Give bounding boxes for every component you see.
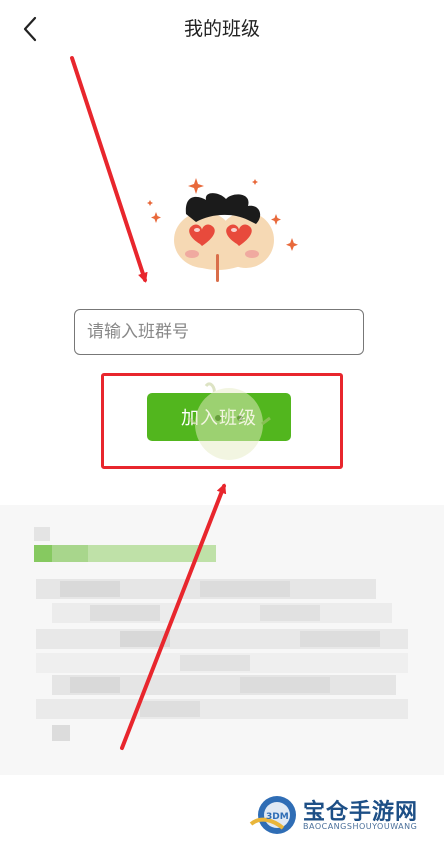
annotation-arrow-down — [70, 56, 148, 283]
class-number-input[interactable] — [74, 309, 364, 355]
join-class-button[interactable]: 加入班级 — [147, 393, 291, 441]
svg-text:3DM: 3DM — [266, 812, 289, 822]
header-bar: 我的班级 — [0, 0, 444, 58]
watermark-subtitle: BAOCANGSHOUYOUWANG — [303, 822, 418, 831]
mascot-illustration — [147, 178, 298, 282]
blurred-content-area — [0, 505, 444, 775]
site-watermark: 3DM 宝仓手游网 BAOCANGSHOUYOUWANG — [245, 790, 444, 841]
page-title: 我的班级 — [183, 18, 260, 40]
watermark-logo-icon: 3DM — [249, 796, 296, 834]
